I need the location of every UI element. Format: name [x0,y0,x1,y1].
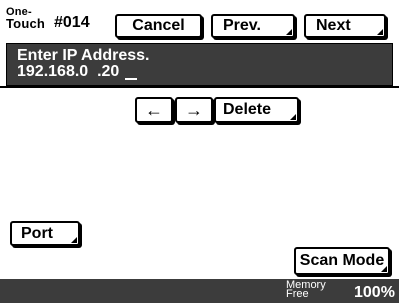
cursor-left-button[interactable]: ← [135,97,173,123]
one-touch-label: One- Touch [6,7,50,35]
scan-mode-button[interactable]: Scan Mode [294,247,390,275]
delete-button[interactable]: Delete [214,97,299,123]
prompt-text: Enter IP Address. [17,47,150,64]
left-arrow-icon: ← [145,99,163,120]
right-arrow-icon: → [185,99,203,120]
cancel-button[interactable]: Cancel [115,14,202,38]
next-button[interactable]: Next [304,14,386,38]
screen: One- Touch #014 Cancel Prev. Next Enter … [0,0,399,303]
status-bar: Memory Free 100% [0,279,399,303]
cursor-right-button[interactable]: → [175,97,213,123]
ip-entry-display: Enter IP Address. 192.168.0 .20 [6,43,393,86]
prev-button[interactable]: Prev. [211,14,295,38]
entry-number: #014 [54,14,90,31]
memory-label-line2: Free [286,288,309,300]
memory-free-label: Memory Free [286,280,326,300]
one-touch-line2: Touch [6,16,46,31]
memory-free-value: 100% [354,284,395,301]
text-cursor [125,78,137,80]
port-button[interactable]: Port [10,221,80,246]
ip-address-value: 192.168.0 .20 [17,63,120,80]
divider [0,86,399,88]
